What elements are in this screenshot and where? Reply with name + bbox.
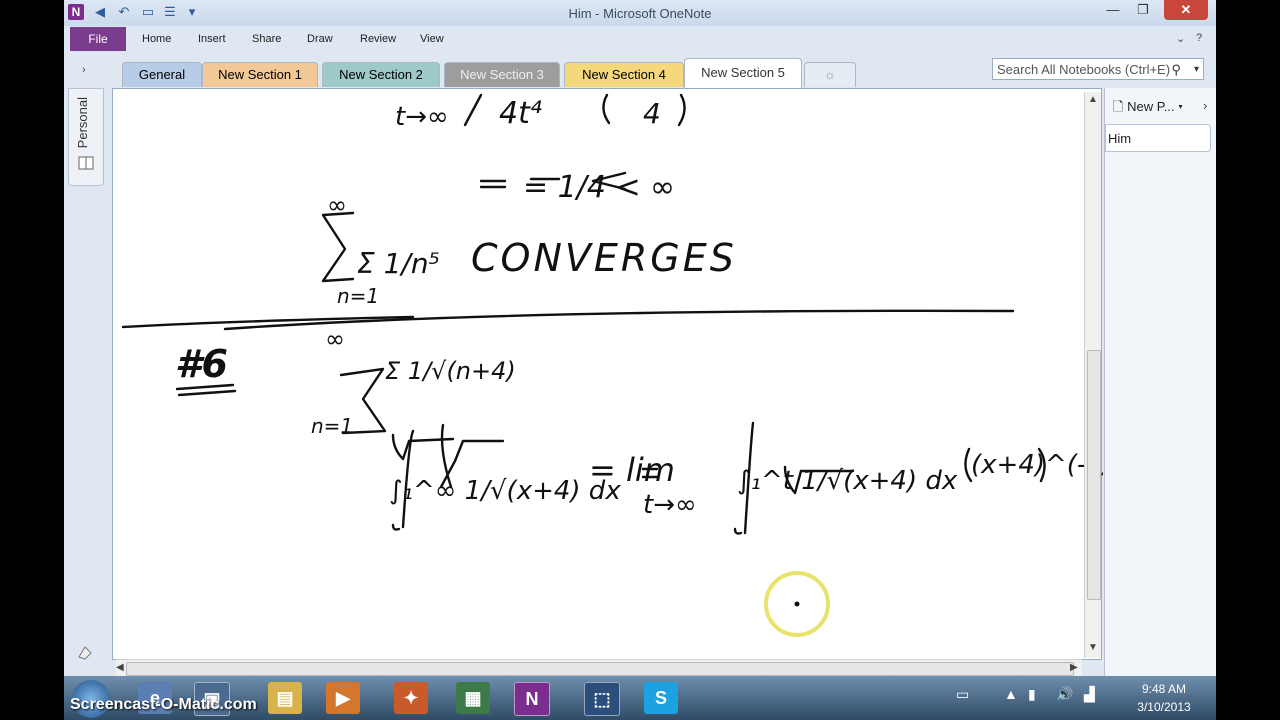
ink-improper-integral: ∫₁^∞ 1/√(x+4) dx: [389, 476, 621, 506]
ink-sum-upper: ∞: [327, 191, 347, 219]
horizontal-scroll-thumb[interactable]: [126, 662, 1074, 676]
page-canvas[interactable]: t→∞ 4t⁴ 4 = 1/4 < ∞ ∞ Σ 1/n⁵ n=1 CONVERG…: [112, 88, 1103, 660]
search-input[interactable]: Search All Notebooks (Ctrl+E): [997, 62, 1170, 77]
ink-sum-lower: n=1: [337, 284, 379, 308]
ink-converges: CONVERGES: [471, 236, 737, 280]
explorer-icon[interactable]: ▤: [268, 682, 302, 714]
tab-view[interactable]: View: [420, 33, 444, 45]
tab-general[interactable]: General: [122, 62, 202, 87]
ink-sum2-upper: ∞: [325, 325, 345, 353]
tab-new-section-3[interactable]: New Section 3: [444, 62, 560, 87]
ink-sum-term: Σ 1/n⁵: [357, 247, 440, 280]
ink-problem-number: #6: [175, 342, 228, 386]
tray-expand-icon[interactable]: ▲: [1004, 686, 1018, 702]
section-tabs-bar: › General New Section 1 New Section 2 Ne…: [64, 52, 1216, 89]
right-letterbox: [1216, 0, 1280, 720]
screencast-watermark: Screencast-O-Matic.com: [70, 696, 257, 713]
flag-icon[interactable]: ▭: [956, 686, 969, 703]
tab-new-section-5[interactable]: New Section 5: [684, 58, 802, 89]
unfiled-notes-icon[interactable]: [76, 644, 94, 662]
ink-definite-integral: ∫₁^t 1/√(x+4) dx: [737, 466, 958, 496]
action-center-icon[interactable]: ▮: [1028, 686, 1036, 703]
notebook-book-icon: [78, 156, 94, 170]
clock-time: 9:48 AM: [1141, 682, 1187, 696]
vertical-scrollbar[interactable]: ▲ ▼: [1084, 92, 1101, 658]
search-icon[interactable]: ⚲: [1171, 59, 1181, 81]
handwriting-layer: t→∞ 4t⁴ 4 = 1/4 < ∞ ∞ Σ 1/n⁵ n=1 CONVERG…: [121, 93, 1103, 637]
tab-review[interactable]: Review: [360, 33, 396, 45]
new-page-dropdown-icon[interactable]: ▾: [1178, 99, 1183, 114]
tab-home[interactable]: Home: [142, 33, 171, 45]
skype-icon[interactable]: S: [644, 682, 678, 714]
ink-denominator: 4t⁴: [499, 96, 542, 131]
volume-icon[interactable]: 🔊: [1056, 686, 1073, 703]
collapse-navigation-icon[interactable]: ›: [82, 64, 86, 76]
scroll-down-icon[interactable]: ▼: [1088, 642, 1098, 653]
notebook-tab[interactable]: Personal: [68, 88, 104, 186]
ink-result-quarter: = 1/4 < ∞: [523, 170, 675, 205]
clock-date: 3/10/2013: [1137, 700, 1191, 714]
cursor-dot: [794, 601, 800, 607]
left-letterbox: [0, 0, 64, 720]
search-box[interactable]: Search All Notebooks (Ctrl+E) ⚲ ▾: [992, 58, 1204, 80]
network-icon[interactable]: ▟: [1084, 686, 1095, 703]
ink-equals-lim: = lim: [589, 451, 675, 489]
search-scope-dropdown-icon[interactable]: ▾: [1194, 59, 1199, 81]
ink-denominator-2: 4: [643, 97, 661, 130]
horizontal-scrollbar[interactable]: ◀ ▶: [116, 659, 1082, 676]
tab-new-section-2[interactable]: New Section 2: [322, 62, 440, 87]
ribbon: File Home Insert Share Draw Review View …: [64, 26, 1216, 52]
onenote-taskbar-icon[interactable]: N: [514, 682, 550, 716]
title-bar: N ◀ ↶ ▭ ☰ ▾ Him - Microsoft OneNote — ❐ …: [64, 0, 1216, 26]
minimize-button[interactable]: —: [1098, 0, 1128, 20]
new-page-icon: 🗋: [1113, 99, 1124, 114]
scroll-up-icon[interactable]: ▲: [1088, 94, 1098, 105]
media-player-icon[interactable]: ▶: [326, 682, 360, 714]
tab-share[interactable]: Share: [252, 33, 281, 45]
ink-sum2-term: Σ 1/√(n+4): [385, 357, 516, 385]
add-section-icon[interactable]: ☼: [804, 62, 856, 87]
notebook-label: Personal: [75, 97, 90, 149]
help-icon[interactable]: ?: [1196, 32, 1202, 44]
file-tab[interactable]: File: [70, 27, 126, 51]
vertical-scroll-thumb[interactable]: [1087, 350, 1101, 600]
tab-new-section-4[interactable]: New Section 4: [564, 62, 684, 87]
new-page-button[interactable]: 🗋 New P... ▾: [1113, 98, 1183, 120]
tab-insert[interactable]: Insert: [198, 33, 226, 45]
ink-limit-var: t→∞: [395, 102, 449, 132]
taskbar: e ▣ ▤ ▶ ✦ ▦ N ⬚ S Screencast-O-Matic.com…: [64, 676, 1216, 720]
scroll-left-icon[interactable]: ◀: [116, 662, 124, 673]
new-page-label: New P...: [1127, 99, 1175, 114]
snipping-tool-icon[interactable]: ⬚: [584, 682, 620, 716]
window-title: Him - Microsoft OneNote: [568, 6, 712, 21]
tab-draw[interactable]: Draw: [307, 33, 333, 45]
system-clock[interactable]: 9:48 AM 3/10/2013: [1124, 680, 1204, 716]
ink-sum2-lower: n=1: [311, 414, 353, 438]
collapse-page-tabs-icon[interactable]: ›: [1203, 98, 1207, 113]
page-list-pane: 🗋 New P... ▾ › Him: [1104, 88, 1216, 676]
close-button[interactable]: ✕: [1164, 0, 1208, 20]
scroll-right-icon[interactable]: ▶: [1070, 662, 1078, 673]
ink-lim-subscript: t→∞: [643, 490, 697, 520]
maximize-button[interactable]: ❐: [1128, 0, 1158, 20]
notebook-pane: Personal: [68, 88, 104, 676]
tab-new-section-1[interactable]: New Section 1: [202, 62, 318, 87]
office-icon[interactable]: ✦: [394, 682, 428, 714]
page-item-him[interactable]: Him: [1105, 124, 1211, 152]
photo-viewer-icon[interactable]: ▦: [456, 682, 490, 714]
expand-ribbon-icon[interactable]: ⌄: [1176, 32, 1185, 45]
onenote-window: N ◀ ↶ ▭ ☰ ▾ Him - Microsoft OneNote — ❐ …: [64, 0, 1216, 676]
